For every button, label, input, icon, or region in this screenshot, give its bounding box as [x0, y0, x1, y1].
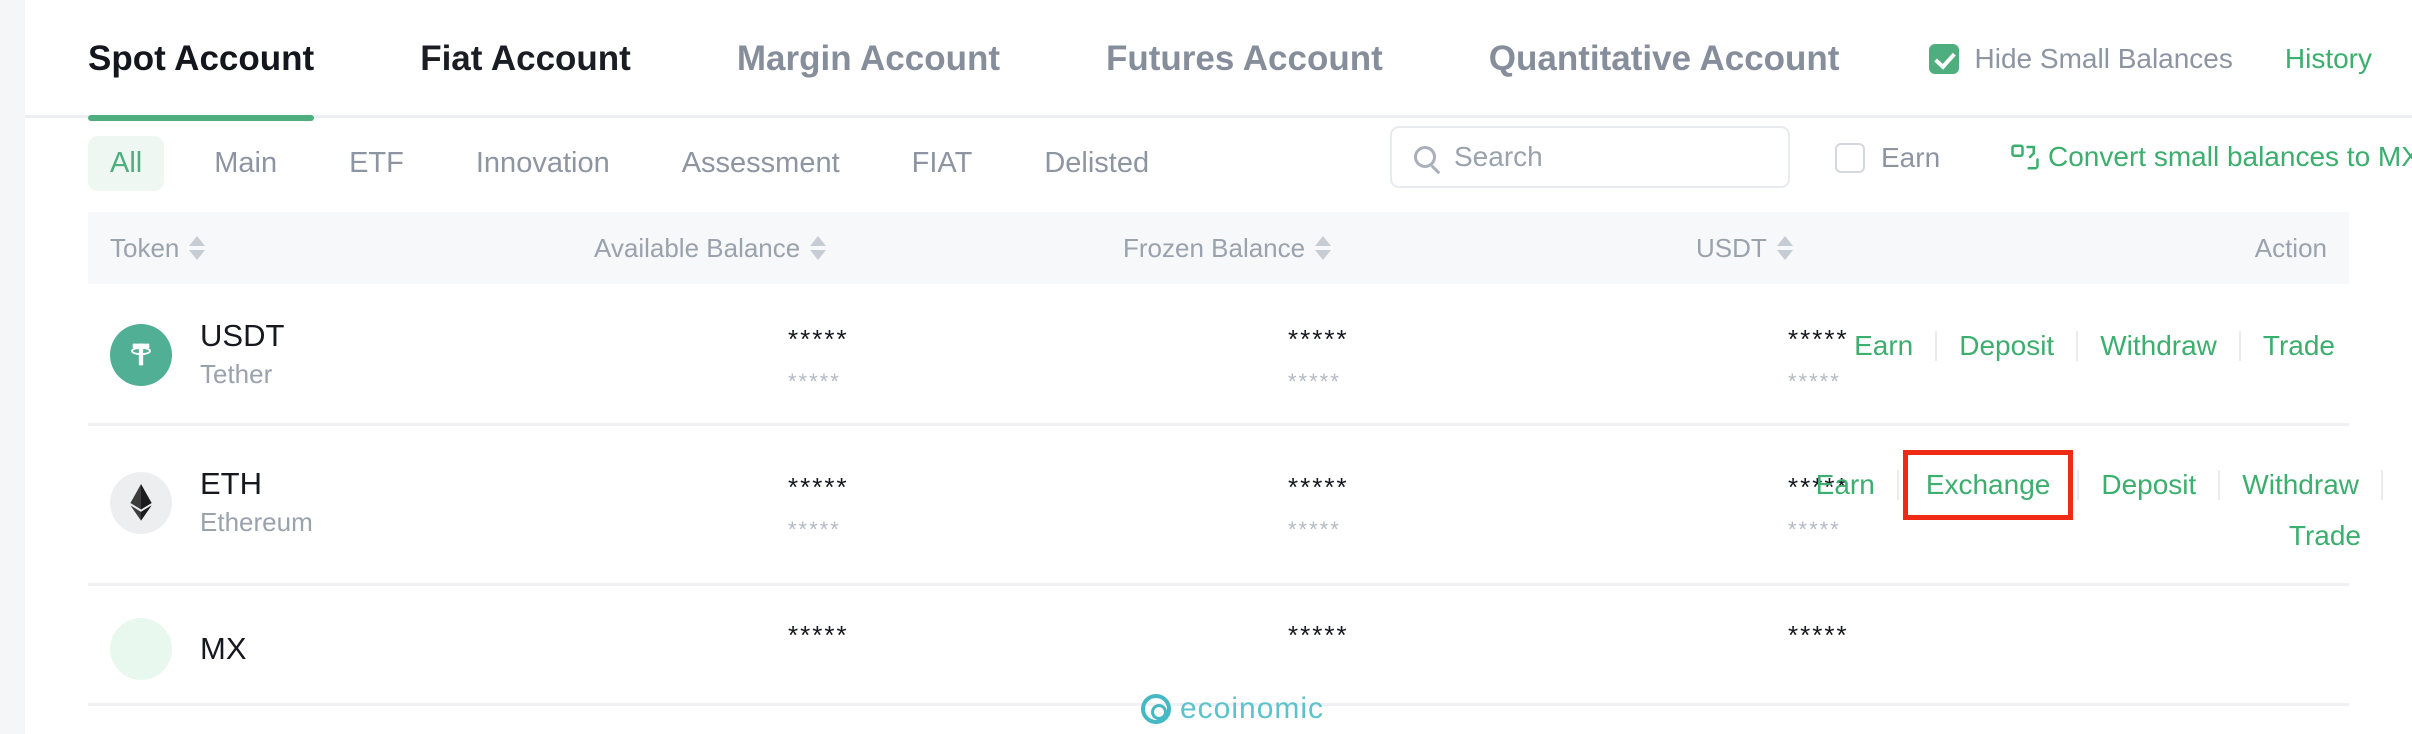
value-sub: *****: [788, 369, 841, 394]
frozen-balance-cell: ***** *****: [1288, 324, 1349, 395]
sort-arrows-icon[interactable]: [810, 236, 827, 260]
tab-futures-account[interactable]: Futures Account: [1106, 0, 1383, 118]
token-name: Tether: [200, 358, 273, 389]
column-header-token[interactable]: Token: [110, 212, 206, 284]
column-header-usdt[interactable]: USDT: [1696, 212, 1793, 284]
eth-coin-icon: [110, 471, 172, 534]
search-input[interactable]: [1454, 141, 1754, 173]
action-deposit[interactable]: Deposit: [2079, 469, 2218, 501]
spot-account-panel: Spot Account Fiat Account Margin Account…: [25, 0, 2412, 734]
mx-coin-icon: [110, 618, 172, 680]
convert-small-balances-link[interactable]: Convert small balances to MX: [2010, 141, 2412, 173]
sort-arrows-icon[interactable]: [189, 236, 206, 260]
frozen-balance-cell: *****: [1288, 620, 1349, 651]
sort-arrows-icon[interactable]: [1776, 236, 1793, 260]
balances-table-header: Token Available Balance Frozen Balance U…: [88, 212, 2349, 284]
header-actions: Hide Small Balances History: [1928, 0, 2372, 118]
table-row: USDT Tether ***** ***** ***** ***** ****…: [88, 284, 2349, 426]
action-earn[interactable]: Earn: [1794, 469, 1897, 501]
available-balance-cell: ***** *****: [788, 472, 849, 543]
token-text: MX: [200, 630, 247, 666]
action-withdraw[interactable]: Withdraw: [2078, 330, 2239, 362]
column-label: Action: [2254, 232, 2327, 263]
hide-small-balances-label: Hide Small Balances: [1974, 43, 2233, 74]
token-symbol: ETH: [200, 466, 262, 501]
token-cell: MX: [110, 618, 247, 680]
column-header-action: Action: [2255, 212, 2327, 284]
value-sub: *****: [1288, 517, 1341, 542]
account-tabs-header: Spot Account Fiat Account Margin Account…: [25, 0, 2412, 121]
tab-fiat-account[interactable]: Fiat Account: [420, 0, 631, 118]
token-symbol: MX: [200, 630, 247, 666]
table-row: MX ***** ***** *****: [88, 586, 2349, 706]
usdt-value-cell: *****: [1788, 620, 1849, 651]
value-main: *****: [1288, 620, 1349, 650]
row-actions: Earn Exchange Deposit Withdraw Trade: [1783, 450, 2383, 552]
column-label: Frozen Balance: [1123, 232, 1306, 263]
column-label: Token: [110, 232, 180, 263]
account-tabs: Spot Account Fiat Account Margin Account…: [88, 0, 1945, 121]
value-main: *****: [1788, 620, 1849, 650]
value-main: *****: [788, 324, 849, 354]
filter-pill-delisted[interactable]: Delisted: [1022, 136, 1171, 191]
token-cell: ETH Ethereum: [110, 466, 313, 538]
usdt-coin-icon: [110, 323, 172, 386]
action-exchange[interactable]: Exchange: [1902, 450, 2074, 520]
search-box[interactable]: [1390, 126, 1790, 188]
token-name: Ethereum: [200, 506, 313, 537]
search-icon: [1414, 146, 1436, 168]
tab-margin-account[interactable]: Margin Account: [737, 0, 1000, 118]
filter-pill-all[interactable]: All: [88, 136, 165, 191]
available-balance-cell: ***** *****: [788, 324, 849, 395]
action-divider: [2381, 470, 2383, 500]
filter-bar: All Main ETF Innovation Assessment FIAT …: [25, 118, 2412, 212]
value-main: *****: [1288, 472, 1349, 502]
action-trade[interactable]: Trade: [2267, 520, 2383, 552]
value-main: *****: [1288, 324, 1349, 354]
token-symbol: USDT: [200, 318, 285, 353]
value-main: *****: [788, 620, 849, 650]
action-trade[interactable]: Trade: [2241, 330, 2357, 362]
filter-pill-assessment[interactable]: Assessment: [660, 136, 862, 191]
filter-pill-fiat[interactable]: FIAT: [890, 136, 995, 191]
category-filter-pills: All Main ETF Innovation Assessment FIAT …: [88, 136, 1199, 191]
column-header-frozen-balance[interactable]: Frozen Balance: [1123, 212, 1332, 284]
table-row: ETH Ethereum ***** ***** ***** ***** ***…: [88, 426, 2383, 586]
available-balance-cell: *****: [788, 620, 849, 651]
filter-pill-main[interactable]: Main: [192, 136, 299, 191]
convert-icon: [2011, 144, 2039, 170]
value-sub: *****: [788, 517, 841, 542]
checkbox-checked-icon[interactable]: [1928, 44, 1959, 74]
tab-spot-account[interactable]: Spot Account: [88, 0, 315, 121]
value-main: *****: [788, 472, 849, 502]
row-actions: Earn Deposit Withdraw Trade: [1832, 330, 2357, 362]
token-text: USDT Tether: [200, 318, 285, 390]
history-link[interactable]: History: [2285, 43, 2372, 75]
earn-filter-toggle[interactable]: Earn: [1835, 142, 1940, 174]
value-sub: *****: [1288, 369, 1341, 394]
column-header-available-balance[interactable]: Available Balance: [594, 212, 827, 284]
action-divider: [1896, 470, 1899, 500]
hide-small-balances-toggle[interactable]: Hide Small Balances: [1928, 43, 2233, 75]
tab-quantitative-account[interactable]: Quantitative Account: [1489, 0, 1840, 118]
action-withdraw[interactable]: Withdraw: [2220, 469, 2381, 501]
token-cell: USDT Tether: [110, 318, 285, 390]
checkbox-unchecked-icon[interactable]: [1835, 143, 1865, 173]
column-label: USDT: [1696, 232, 1767, 263]
column-label: Available Balance: [594, 232, 801, 263]
value-sub: *****: [1788, 369, 1841, 394]
action-earn[interactable]: Earn: [1832, 330, 1935, 362]
action-deposit[interactable]: Deposit: [1937, 330, 2076, 362]
frozen-balance-cell: ***** *****: [1288, 472, 1349, 543]
filter-pill-innovation[interactable]: Innovation: [454, 136, 632, 191]
earn-filter-label: Earn: [1881, 142, 1941, 173]
filter-pill-etf[interactable]: ETF: [327, 136, 426, 191]
sort-arrows-icon[interactable]: [1315, 236, 1332, 260]
convert-small-balances-label: Convert small balances to MX: [2048, 141, 2412, 172]
token-text: ETH Ethereum: [200, 466, 313, 538]
